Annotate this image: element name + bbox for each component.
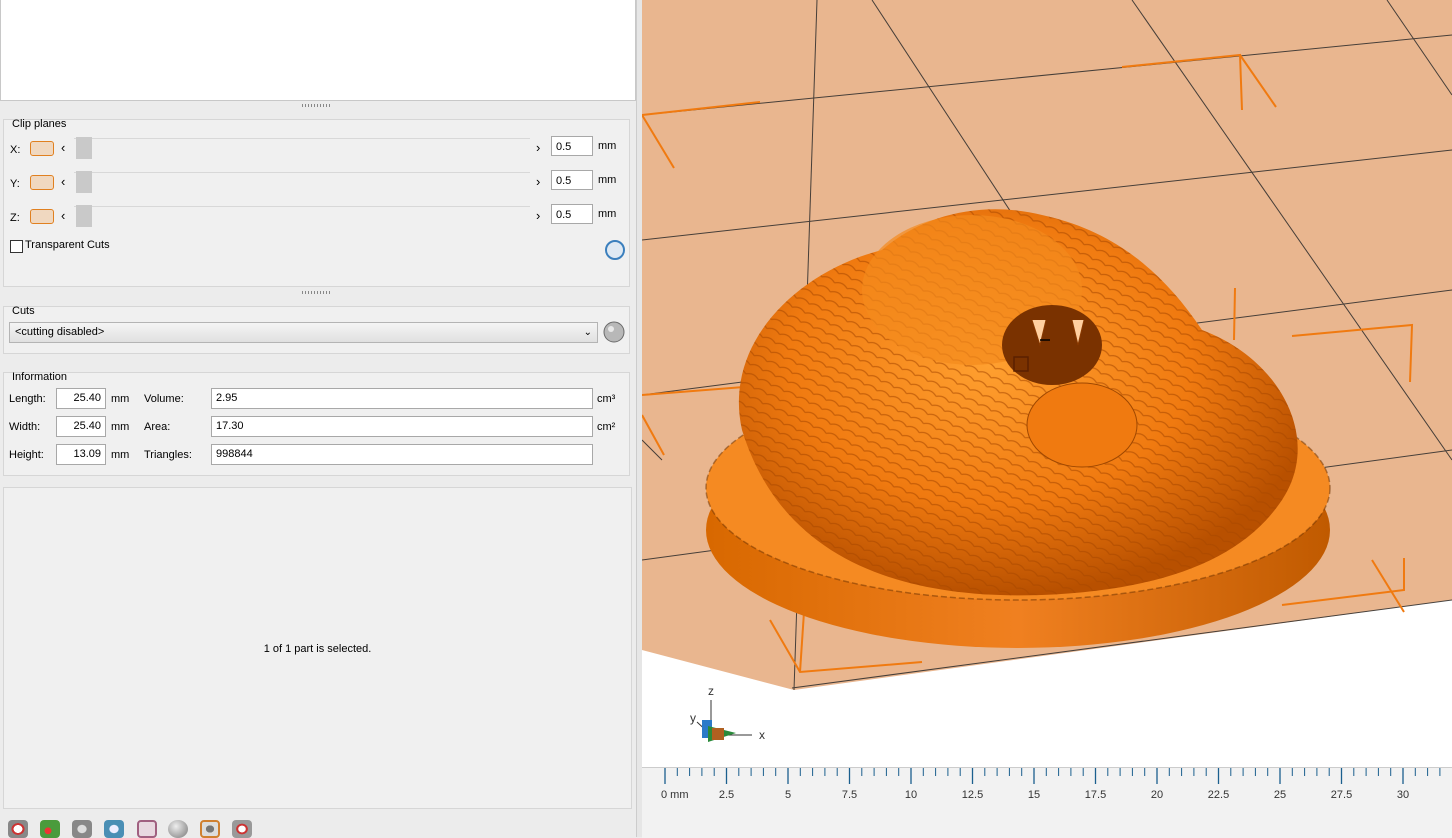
left-panel: Clip planes X: ‹ › 0.5 mm Y: ‹ › 0.5 mm … <box>0 0 638 838</box>
axis-label: Y: <box>10 178 20 190</box>
selection-panel: 1 of 1 part is selected. <box>3 487 632 809</box>
repair-icon[interactable] <box>40 820 60 838</box>
clip-row-y: Y: ‹ › 0.5 mm <box>4 170 629 200</box>
volume-value: 2.95 <box>211 388 593 409</box>
reset-icon[interactable] <box>605 240 625 260</box>
ruler-label: 20 <box>1151 789 1163 801</box>
clip-slider-x[interactable] <box>74 138 530 161</box>
height-label: Height: <box>9 449 44 461</box>
information-group: Information Length: 25.40 mm Volume: 2.9… <box>3 371 630 476</box>
clip-value-z[interactable]: 0.5 <box>551 204 593 224</box>
axis-label: X: <box>10 144 21 156</box>
clip-planes-group: Clip planes X: ‹ › 0.5 mm Y: ‹ › 0.5 mm … <box>3 118 630 287</box>
ruler-label: 22.5 <box>1208 789 1229 801</box>
cuts-title: Cuts <box>12 305 35 317</box>
ruler-label: 2.5 <box>719 789 734 801</box>
width-unit: mm <box>111 421 130 433</box>
cuts-dropdown-value: <cutting disabled> <box>15 326 105 338</box>
chevron-down-icon: ⌄ <box>583 327 592 338</box>
clip-planes-title: Clip planes <box>12 118 67 130</box>
add-part-icon[interactable] <box>8 820 28 838</box>
refresh-icon[interactable] <box>104 820 124 838</box>
triangles-label: Triangles: <box>144 449 192 461</box>
clip-toggle-z[interactable] <box>30 209 54 224</box>
bottom-toolbar <box>0 812 638 838</box>
cut-tool-icon[interactable] <box>601 320 627 344</box>
box-select-icon[interactable] <box>200 820 220 838</box>
height-unit: mm <box>111 449 130 461</box>
rotate-icon[interactable] <box>72 820 92 838</box>
unit-label: mm <box>598 140 617 152</box>
sphere-icon[interactable] <box>168 820 188 838</box>
slider-left-button[interactable]: ‹ <box>61 174 65 189</box>
area-label: Area: <box>144 421 171 433</box>
slider-thumb[interactable] <box>76 137 92 159</box>
cuts-dropdown[interactable]: <cutting disabled> ⌄ <box>9 322 598 343</box>
clip-toggle-x[interactable] <box>30 141 54 156</box>
triangles-value: 998844 <box>211 444 593 465</box>
information-title: Information <box>12 371 68 383</box>
unit-label: mm <box>598 208 617 220</box>
length-unit: mm <box>111 393 130 405</box>
slider-right-button[interactable]: › <box>536 208 540 223</box>
settings-icon[interactable] <box>232 820 252 838</box>
splitter-grip[interactable] <box>302 104 332 107</box>
transparent-cuts-checkbox[interactable] <box>10 240 23 253</box>
clip-row-z: Z: ‹ › 0.5 mm <box>4 204 629 234</box>
scene: z y x <box>642 0 1452 767</box>
clip-value-y[interactable]: 0.5 <box>551 170 593 190</box>
ruler-label: 15 <box>1028 789 1040 801</box>
clip-toggle-y[interactable] <box>30 175 54 190</box>
slider-thumb[interactable] <box>76 205 92 227</box>
height-value: 13.09 <box>56 444 106 465</box>
clip-row-x: X: ‹ › 0.5 mm <box>4 136 629 166</box>
clip-value-x[interactable]: 0.5 <box>551 136 593 156</box>
clip-slider-y[interactable] <box>74 172 530 195</box>
slider-thumb[interactable] <box>76 171 92 193</box>
splitter-grip[interactable] <box>302 291 332 294</box>
length-label: Length: <box>9 393 46 405</box>
axis-label: Z: <box>10 212 20 224</box>
length-value: 25.40 <box>56 388 106 409</box>
parts-list[interactable] <box>0 0 636 101</box>
width-value: 25.40 <box>56 416 106 437</box>
frame-icon[interactable] <box>137 820 157 838</box>
slider-left-button[interactable]: ‹ <box>61 208 65 223</box>
ruler-label: 25 <box>1274 789 1286 801</box>
clip-slider-z[interactable] <box>74 206 530 229</box>
slider-right-button[interactable]: › <box>536 140 540 155</box>
ruler-label: 10 <box>905 789 917 801</box>
slider-right-button[interactable]: › <box>536 174 540 189</box>
volume-label: Volume: <box>144 393 184 405</box>
area-unit: cm² <box>597 421 616 433</box>
ruler-label: 0 mm <box>661 789 689 801</box>
cuts-group: Cuts <cutting disabled> ⌄ <box>3 305 630 354</box>
3d-viewport[interactable]: z y x <box>642 0 1452 767</box>
volume-unit: cm³ <box>597 393 616 405</box>
axis-y-label: y <box>690 711 696 725</box>
ruler: 0 mm 2.5 5 7.5 10 12.5 15 17.5 20 22.5 25 27.5 30 <box>642 767 1452 838</box>
width-label: Width: <box>9 421 41 433</box>
open-mouth <box>1002 305 1102 385</box>
ruler-label: 30 <box>1397 789 1409 801</box>
ruler-label: 17.5 <box>1085 789 1106 801</box>
ruler-scale: 0 mm 2.5 5 7.5 10 12.5 15 17.5 20 22.5 25 27.5 30 <box>661 768 1441 801</box>
unit-label: mm <box>598 174 617 186</box>
axis-z-label: z <box>708 684 714 698</box>
axis-x-label: x <box>759 728 765 742</box>
ruler-label: 27.5 <box>1331 789 1352 801</box>
selection-status: 1 of 1 part is selected. <box>263 643 372 655</box>
ruler-label: 5 <box>785 789 791 801</box>
ruler-label: 12.5 <box>962 789 983 801</box>
area-value: 17.30 <box>211 416 593 437</box>
slider-left-button[interactable]: ‹ <box>61 140 65 155</box>
transparent-cuts-label: Transparent Cuts <box>25 239 110 251</box>
ruler-label: 7.5 <box>842 789 857 801</box>
